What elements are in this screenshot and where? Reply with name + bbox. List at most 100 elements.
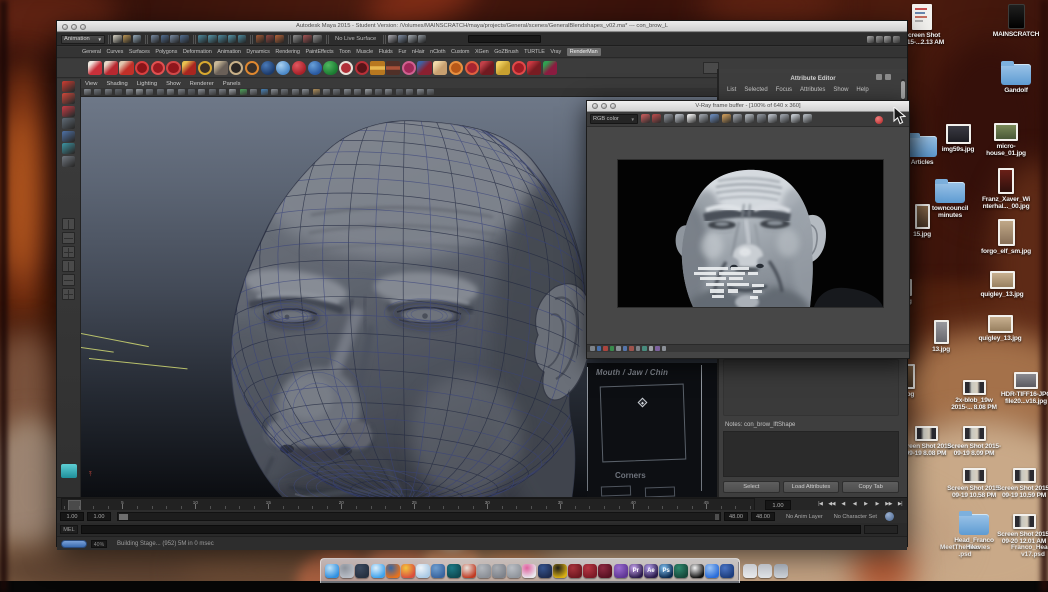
- time-tick[interactable]: [239, 505, 241, 509]
- time-tick[interactable]: [545, 505, 547, 509]
- shelf-tab[interactable]: Polygons: [155, 49, 177, 55]
- group-grip[interactable]: [145, 34, 149, 44]
- panel-toolbar-icon-13[interactable]: [219, 88, 227, 96]
- playback-button-5[interactable]: ▶: [872, 499, 882, 510]
- panel-toolbar-icon-23[interactable]: [322, 88, 330, 96]
- shelf-tab[interactable]: nHair: [412, 49, 425, 55]
- time-tick[interactable]: [443, 505, 445, 509]
- vfb-tool-icon-2[interactable]: [663, 114, 673, 123]
- layout-button-0[interactable]: [62, 218, 75, 230]
- panel-toolbar-icon-32[interactable]: [416, 88, 424, 96]
- render-icon[interactable]: [398, 34, 407, 44]
- panel-toolbar-icon-14[interactable]: [229, 88, 237, 96]
- desktop-icon[interactable]: quigley_13.jpg: [973, 315, 1027, 342]
- desktop-icon[interactable]: micro-house_01.jpg: [979, 123, 1033, 158]
- vfb-render-image[interactable]: [618, 160, 883, 307]
- panel-toolbar-icon-8[interactable]: [167, 88, 175, 96]
- vfb-tool-icon-6[interactable]: [710, 114, 720, 123]
- dock-photos[interactable]: [522, 564, 537, 578]
- shelf-tab[interactable]: Custom: [451, 49, 469, 55]
- history-icon[interactable]: [293, 34, 302, 44]
- time-tick[interactable]: [472, 505, 474, 509]
- sidebar-toggle-icon[interactable]: [867, 35, 875, 43]
- rings-icon[interactable]: [255, 34, 265, 44]
- panel-toolbar-icon-10[interactable]: [187, 88, 195, 96]
- shelf-tab-active[interactable]: RenderMan: [566, 48, 601, 56]
- ae-menu-list[interactable]: List: [727, 87, 736, 93]
- shelf-item-9[interactable]: [229, 60, 244, 76]
- vfb-status-icon-11[interactable]: [661, 346, 666, 351]
- history-icon[interactable]: [303, 34, 312, 44]
- shelf-item-6[interactable]: [182, 60, 197, 76]
- desktop-icon[interactable]: forgo_elf_sm.jpg: [979, 219, 1033, 255]
- panel-toolbar-icon-30[interactable]: [395, 88, 403, 96]
- time-tick[interactable]: [647, 505, 649, 509]
- panel-menu-renderer[interactable]: Renderer: [190, 81, 214, 87]
- dock-launchpad[interactable]: [340, 564, 355, 578]
- playback-button-7[interactable]: ▶|: [895, 499, 905, 510]
- render-icon[interactable]: [417, 34, 427, 44]
- panel-toolbar-icon-6[interactable]: [146, 88, 154, 96]
- anim-layer-label[interactable]: No Anim Layer: [786, 514, 823, 520]
- panel-toolbar-icon-7[interactable]: [156, 88, 164, 96]
- time-tick[interactable]: [297, 505, 299, 509]
- time-tick[interactable]: [385, 505, 387, 509]
- attribute-area[interactable]: [723, 359, 899, 416]
- anim-start-field[interactable]: 1.00: [60, 512, 84, 521]
- shelf-item-8[interactable]: [213, 60, 228, 76]
- file-icon[interactable]: [132, 34, 142, 44]
- panel-menu-shading[interactable]: Shading: [106, 81, 127, 87]
- panel-menu-view[interactable]: View: [85, 81, 97, 87]
- shelf-item-11[interactable]: [260, 60, 275, 76]
- time-tick[interactable]: [458, 505, 460, 509]
- dock-finder[interactable]: [325, 564, 339, 578]
- panel-menu-lighting[interactable]: Lighting: [137, 81, 157, 87]
- shelf-item-5[interactable]: [166, 60, 181, 76]
- panel-toolbar-icon-1[interactable]: [94, 88, 102, 96]
- time-tick[interactable]: [516, 505, 518, 509]
- shelf-tab[interactable]: TURTLE: [524, 49, 545, 55]
- time-tick[interactable]: [428, 505, 430, 509]
- panel-toolbar-icon-15[interactable]: [239, 88, 247, 96]
- time-tick[interactable]: [78, 505, 80, 509]
- panel-toolbar-icon-22[interactable]: [312, 88, 320, 96]
- group-grip[interactable]: [107, 34, 111, 44]
- shelf-item-26[interactable]: [495, 60, 511, 76]
- vfb-tool-icon-5[interactable]: [698, 114, 708, 123]
- dock-stack-box[interactable]: [758, 564, 773, 578]
- shelf-tab[interactable]: GoZBrush: [494, 49, 518, 55]
- shelf-item-18[interactable]: [370, 60, 385, 76]
- tool-3[interactable]: [62, 118, 75, 129]
- snap-icon[interactable]: [198, 34, 207, 44]
- dock-app-maroon[interactable]: [598, 564, 613, 578]
- desktop-icon[interactable]: MAINSCRATCH: [989, 4, 1043, 38]
- panel-menu-show[interactable]: Show: [166, 81, 181, 87]
- time-tick[interactable]: [618, 505, 620, 509]
- vfb-tool-icon-8[interactable]: [733, 114, 743, 123]
- tool-screen-button[interactable]: [60, 464, 77, 478]
- character-set-label[interactable]: No Character Set: [834, 514, 877, 520]
- time-tick[interactable]: [750, 505, 751, 509]
- time-tick[interactable]: [209, 505, 211, 509]
- dock-app-yellow[interactable]: [552, 564, 567, 578]
- panel-toolbar-icon-12[interactable]: [208, 88, 216, 96]
- control-rect[interactable]: [599, 383, 687, 463]
- ae-button-select[interactable]: Select: [723, 481, 780, 493]
- dock-app-red-peak[interactable]: [461, 564, 476, 578]
- shelf-item-23[interactable]: [448, 60, 463, 76]
- panel-toolbar-icon-5[interactable]: [135, 88, 143, 96]
- panel-toolbar-icon-20[interactable]: [291, 88, 299, 96]
- time-tick[interactable]: [633, 504, 635, 509]
- shelf-tab[interactable]: Rendering: [275, 49, 300, 55]
- time-tick[interactable]: [253, 505, 255, 509]
- render-button[interactable]: [875, 115, 883, 124]
- vfb-status-icon-9[interactable]: [648, 346, 653, 351]
- dock-trash[interactable]: [773, 564, 788, 578]
- time-tick[interactable]: [589, 505, 591, 509]
- playback-button-2[interactable]: ◀: [838, 499, 848, 510]
- file-icon[interactable]: [113, 34, 122, 44]
- time-tick[interactable]: [312, 505, 314, 509]
- shelf-tab[interactable]: Surfaces: [129, 49, 150, 55]
- tool-2[interactable]: [62, 105, 75, 117]
- playback-end-field[interactable]: 48.00: [724, 512, 748, 521]
